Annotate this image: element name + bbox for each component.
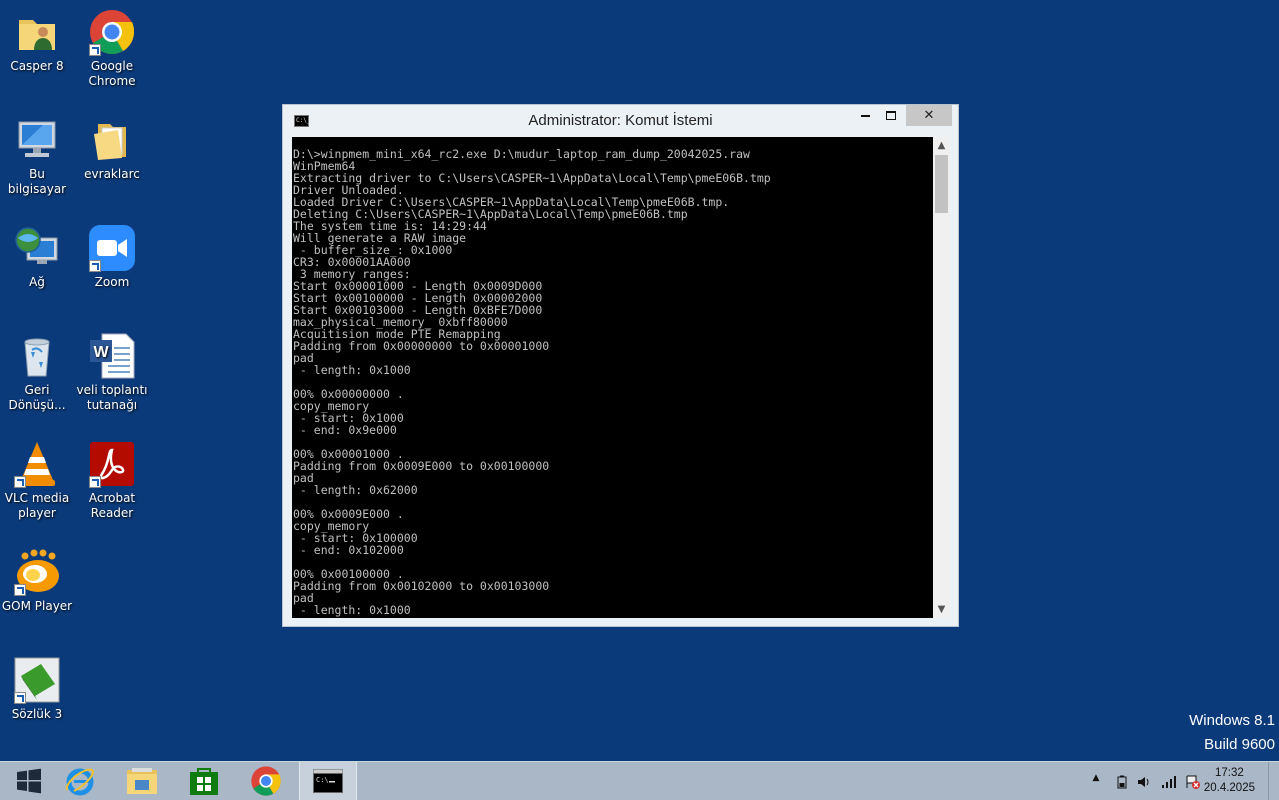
shortcut-arrow-icon xyxy=(89,260,101,272)
network-signal-icon[interactable] xyxy=(1161,774,1176,788)
desktop-icon-label: VLC media player xyxy=(4,491,70,520)
gom-player-icon xyxy=(13,548,61,596)
desktop-icon-zoom[interactable]: Zoom xyxy=(75,224,149,290)
show-desktop-button[interactable] xyxy=(1268,762,1279,800)
desktop-icon-recycle-bin[interactable]: Geri Dönüşü... xyxy=(0,332,74,413)
window-titlebar[interactable]: C:\_ Administrator: Komut İstemi ✕ xyxy=(283,105,958,137)
desktop-icon-google-chrome[interactable]: Google Chrome xyxy=(75,8,149,89)
desktop-icon-ag[interactable]: Ağ xyxy=(0,224,74,290)
windows-logo-icon xyxy=(17,768,41,794)
taskbar-command-prompt[interactable]: C:\ xyxy=(299,762,357,800)
minimize-button[interactable] xyxy=(852,105,878,126)
clock-date: 20.4.2025 xyxy=(1203,782,1255,794)
desktop-icon-label: Sözlük 3 xyxy=(11,707,63,721)
desktop-icon-sozluk-3[interactable]: Sözlük 3 xyxy=(0,656,74,722)
svg-text:W: W xyxy=(93,344,109,361)
shortcut-arrow-icon xyxy=(14,692,26,704)
shortcut-arrow-icon xyxy=(89,44,101,56)
clock-time: 17:32 xyxy=(1215,767,1244,779)
desktop-icon-label: Zoom xyxy=(94,275,130,289)
start-button[interactable] xyxy=(0,762,58,800)
maximize-button[interactable] xyxy=(878,105,904,126)
taskbar-store[interactable] xyxy=(175,762,233,800)
scrollbar-thumb[interactable] xyxy=(935,155,948,213)
dictionary-icon xyxy=(13,656,61,704)
shortcut-arrow-icon xyxy=(14,584,26,596)
svg-text:C:\: C:\ xyxy=(316,776,329,784)
desktop-icon-casper-8[interactable]: Casper 8 xyxy=(0,8,74,74)
desktop-icon-vlc-media-player[interactable]: VLC media player xyxy=(0,440,74,521)
taskbar-chrome[interactable] xyxy=(237,762,295,800)
internet-explorer-icon xyxy=(65,768,94,796)
console-text: D:\>winpmem_mini_x64_rc2.exe D:\mudur_la… xyxy=(293,147,771,617)
desktop-icon-label: Bu bilgisayar xyxy=(7,167,67,196)
scroll-down-arrow-icon[interactable]: ▼ xyxy=(933,601,950,618)
battery-icon[interactable] xyxy=(1115,774,1129,789)
desktop-icon-label: evraklarc xyxy=(84,167,140,181)
desktop-icon-evraklarc[interactable]: evraklarc xyxy=(75,116,149,182)
minimize-icon xyxy=(860,114,870,117)
close-button[interactable]: ✕ xyxy=(906,105,952,126)
desktop-icon-gom-player[interactable]: GOM Player xyxy=(0,548,74,614)
word-document-icon: W xyxy=(88,332,136,380)
recycle-bin-icon xyxy=(13,332,61,380)
network-icon xyxy=(13,224,61,272)
acrobat-icon xyxy=(88,440,136,488)
taskbar-internet-explorer[interactable] xyxy=(51,762,109,800)
watermark-build: Build 9600 xyxy=(1204,736,1275,753)
desktop-icon-acrobat-reader[interactable]: Acrobat Reader xyxy=(75,440,149,521)
show-hidden-icons-button[interactable]: ▲ xyxy=(1089,773,1103,787)
action-center-flag-icon[interactable] xyxy=(1185,774,1200,789)
desktop-icon-label: Casper 8 xyxy=(10,59,64,73)
command-prompt-window[interactable]: C:\_ Administrator: Komut İstemi ✕ D:\>w… xyxy=(282,104,959,627)
console-output[interactable]: D:\>winpmem_mini_x64_rc2.exe D:\mudur_la… xyxy=(292,137,933,618)
store-icon xyxy=(190,768,218,795)
volume-icon[interactable] xyxy=(1137,774,1151,788)
taskbar-file-explorer[interactable] xyxy=(113,762,171,800)
desktop-icon-label: veli toplantı tutanağı xyxy=(76,383,148,412)
folder-icon xyxy=(88,116,136,164)
watermark-os-name: Windows 8.1 xyxy=(1189,712,1275,729)
taskbar: C:\ ▲ 17:32 20.4.2025 xyxy=(0,761,1279,800)
scroll-up-arrow-icon[interactable]: ▲ xyxy=(933,137,950,154)
user-folder-icon xyxy=(13,8,61,56)
windows-version-watermark: Windows 8.1 Build 9600 xyxy=(1189,709,1275,757)
chrome-icon xyxy=(88,8,136,56)
chrome-icon xyxy=(251,766,281,796)
desktop-icon-label: Google Chrome xyxy=(88,59,136,88)
shortcut-arrow-icon xyxy=(89,476,101,488)
file-explorer-icon xyxy=(127,768,157,794)
taskbar-clock[interactable]: 17:32 20.4.2025 xyxy=(1204,766,1255,796)
computer-icon xyxy=(13,116,61,164)
maximize-icon xyxy=(886,111,896,120)
vertical-scrollbar[interactable]: ▲ ▼ xyxy=(933,137,950,618)
desktop-icon-label: Ağ xyxy=(29,275,45,289)
close-icon: ✕ xyxy=(923,108,935,123)
desktop-icon-label: GOM Player xyxy=(1,599,73,613)
shortcut-arrow-icon xyxy=(14,476,26,488)
desktop-icon-label: Geri Dönüşü... xyxy=(8,383,66,412)
desktop-icon-label: Acrobat Reader xyxy=(88,491,136,520)
vlc-icon xyxy=(13,440,61,488)
zoom-icon xyxy=(88,224,136,272)
desktop-icon-bu-bilgisayar[interactable]: Bu bilgisayar xyxy=(0,116,74,197)
desktop-icon-veli-toplanti-tutanagi[interactable]: W veli toplantı tutanağı xyxy=(75,332,149,413)
command-prompt-icon: C:\ xyxy=(313,769,343,793)
